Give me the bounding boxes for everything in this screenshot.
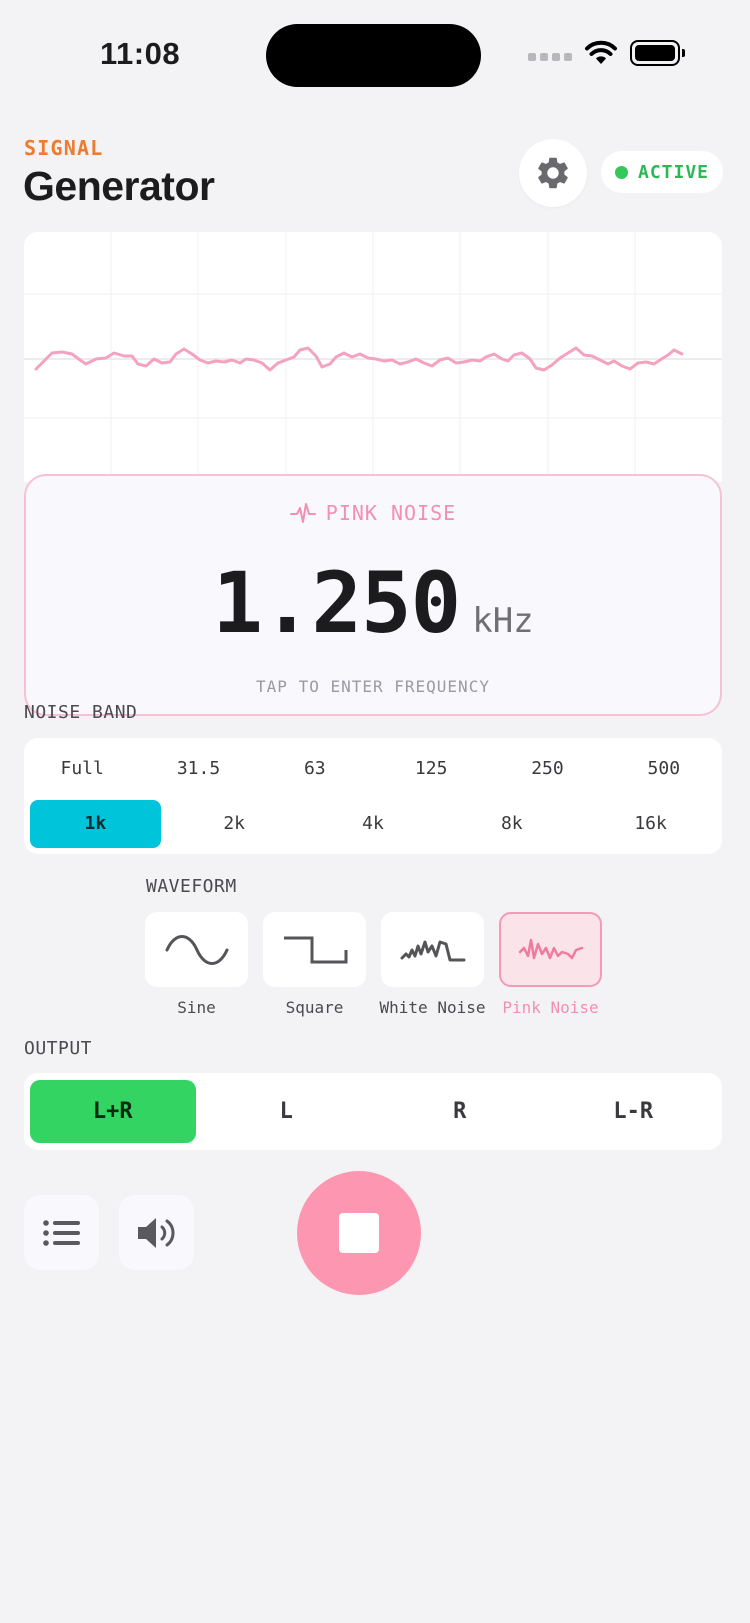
output-selector: L+R L R L-R xyxy=(24,1073,722,1150)
list-icon xyxy=(42,1219,80,1246)
output-label: OUTPUT xyxy=(24,1038,93,1059)
output-option[interactable]: R xyxy=(377,1080,543,1143)
band-option[interactable]: 16k xyxy=(585,800,716,848)
waveform-option-label: Sine xyxy=(177,998,216,1017)
volume-button[interactable] xyxy=(119,1195,194,1270)
waveform-option-pink-noise[interactable]: Pink Noise xyxy=(499,912,602,1017)
waveform-indicator-label: PINK NOISE xyxy=(325,501,457,525)
scope-plot xyxy=(24,232,722,482)
page-title: Generator xyxy=(23,163,215,209)
waveform-scope xyxy=(24,232,722,482)
output-option[interactable]: L-R xyxy=(551,1080,717,1143)
waveform-option-white-noise[interactable]: White Noise xyxy=(379,912,486,1017)
settings-button[interactable] xyxy=(519,139,587,207)
waveform-option-square[interactable]: Square xyxy=(263,912,366,1017)
waveform-tile[interactable] xyxy=(263,912,366,987)
list-button[interactable] xyxy=(24,1195,99,1270)
battery-icon xyxy=(630,40,685,66)
waveform-tile[interactable] xyxy=(381,912,484,987)
waveform-tile[interactable] xyxy=(145,912,248,987)
waveform-indicator: PINK NOISE xyxy=(26,500,720,526)
white-noise-icon xyxy=(400,940,465,961)
band-option[interactable]: Full xyxy=(24,752,140,786)
noise-band-selector: Full 31.5 63 125 250 500 1k 2k 4k 8k 16k xyxy=(24,738,722,854)
status-badge: ACTIVE xyxy=(601,151,723,193)
frequency-value: 1.250 xyxy=(212,554,461,652)
gear-icon xyxy=(538,157,568,189)
waveform-option-label: Square xyxy=(285,998,344,1017)
waveform-selector: Sine Square White Noise Pink Noise xyxy=(145,912,602,1017)
sine-wave-icon xyxy=(165,934,228,965)
band-option[interactable]: 63 xyxy=(257,752,373,786)
frequency-display[interactable]: PINK NOISE 1.250 kHz TAP TO ENTER FREQUE… xyxy=(24,474,722,716)
frequency-readout: 1.250 kHz xyxy=(26,554,720,652)
stop-icon xyxy=(339,1213,379,1253)
active-dot xyxy=(614,165,628,179)
wifi-icon xyxy=(585,40,617,64)
band-option[interactable]: 8k xyxy=(446,800,577,848)
status-time: 11:08 xyxy=(100,36,181,71)
status-indicators xyxy=(528,40,685,66)
dynamic-island xyxy=(266,24,481,87)
waveform-option-label: White Noise xyxy=(379,998,486,1017)
band-option[interactable]: 250 xyxy=(489,752,605,786)
band-option[interactable]: 500 xyxy=(606,752,722,786)
frequency-hint: TAP TO ENTER FREQUENCY xyxy=(256,677,490,696)
speaker-icon xyxy=(137,1217,174,1248)
band-option[interactable]: 31.5 xyxy=(140,752,256,786)
waveform-option-sine[interactable]: Sine xyxy=(145,912,248,1017)
band-option[interactable]: 2k xyxy=(169,800,300,848)
header-eyebrow: SIGNAL xyxy=(24,136,104,160)
noise-band-row-2: 1k 2k 4k 8k 16k xyxy=(30,800,716,848)
stop-button[interactable] xyxy=(297,1171,421,1295)
square-wave-icon xyxy=(283,936,347,963)
band-option-selected[interactable]: 1k xyxy=(30,800,161,848)
noise-band-label: NOISE BAND xyxy=(24,702,138,723)
noise-band-row-1: Full 31.5 63 125 250 500 xyxy=(24,752,722,786)
frequency-unit: kHz xyxy=(472,601,534,641)
pink-noise-icon xyxy=(518,938,583,959)
pulse-icon xyxy=(289,503,316,523)
status-badge-label: ACTIVE xyxy=(637,161,710,183)
band-option[interactable]: 125 xyxy=(373,752,489,786)
cellular-signal-icon xyxy=(528,53,572,61)
output-option-selected[interactable]: L+R xyxy=(30,1080,196,1143)
waveform-option-label: Pink Noise xyxy=(502,998,599,1017)
output-option[interactable]: L xyxy=(204,1080,370,1143)
waveform-tile-selected[interactable] xyxy=(499,912,602,987)
band-option[interactable]: 4k xyxy=(308,800,439,848)
waveform-label: WAVEFORM xyxy=(146,876,237,897)
